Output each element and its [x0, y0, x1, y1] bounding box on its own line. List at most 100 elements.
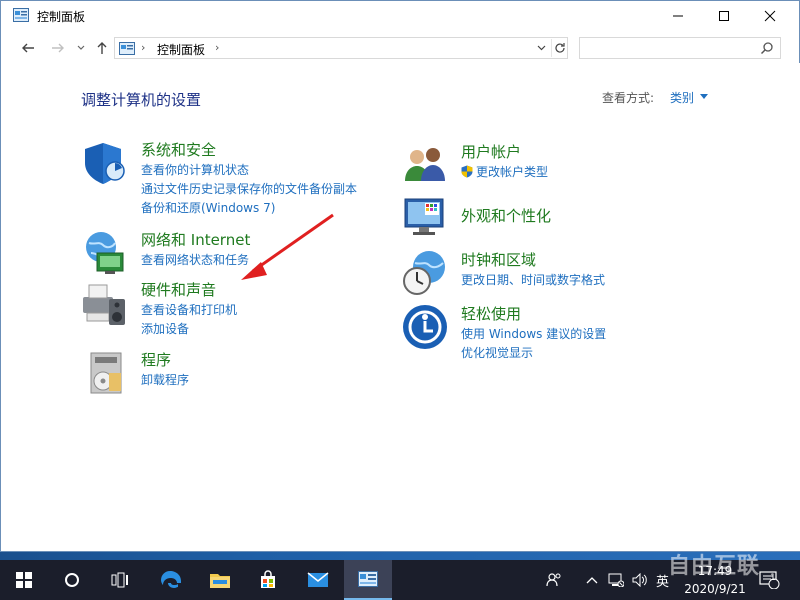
clock-globe-icon[interactable] — [401, 249, 449, 297]
task-view-button[interactable] — [96, 560, 144, 600]
category-link[interactable]: 添加设备 — [141, 320, 189, 337]
forward-button[interactable] — [49, 39, 67, 57]
category-link[interactable]: 卸载程序 — [141, 371, 189, 388]
address-dropdown-button[interactable] — [533, 39, 549, 57]
breadcrumb-control-panel[interactable]: 控制面板 — [157, 41, 205, 58]
notification-icon — [759, 571, 780, 589]
category-title[interactable]: 轻松使用 — [461, 303, 521, 324]
window-title: 控制面板 — [37, 10, 86, 24]
network-tray-button[interactable] — [608, 560, 624, 600]
title-bar[interactable]: 控制面板 — [1, 1, 799, 31]
control-panel-icon — [119, 42, 135, 55]
close-button[interactable] — [747, 1, 793, 31]
refresh-button[interactable] — [551, 39, 567, 57]
category-title[interactable]: 系统和安全 — [141, 139, 216, 160]
control-panel-icon — [358, 571, 378, 587]
category-title[interactable]: 外观和个性化 — [461, 205, 551, 226]
category-title[interactable]: 程序 — [141, 349, 171, 370]
control-panel-window: 控制面板 › 控制面板 › 调整计算机的设置 查看方式: 类别 系统和安全 查看… — [0, 0, 800, 552]
category-link[interactable]: 更改日期、时间或数字格式 — [461, 271, 605, 288]
category-network-internet: 网络和 Internet 查看网络状态和任务 — [81, 229, 381, 274]
action-center-button[interactable]: 1 — [758, 560, 780, 600]
control-panel-content: 调整计算机的设置 查看方式: 类别 系统和安全 查看你的计算机状态 通过文件历史… — [1, 63, 799, 551]
scrollbar-track[interactable] — [784, 63, 800, 551]
category-appearance: 外观和个性化 — [401, 193, 721, 243]
network-globe-icon[interactable] — [81, 229, 129, 277]
minimize-icon — [673, 15, 683, 17]
clock-date: 2020/9/21 — [684, 582, 746, 596]
category-link[interactable]: 更改帐户类型 — [461, 163, 548, 180]
view-by-dropdown[interactable]: 类别 — [670, 89, 694, 106]
up-button[interactable] — [93, 39, 111, 57]
close-icon — [764, 10, 776, 22]
breadcrumb-separator[interactable]: › — [141, 41, 145, 54]
category-link-text[interactable]: 更改帐户类型 — [476, 165, 548, 179]
maximize-button[interactable] — [701, 1, 747, 31]
control-panel-icon — [13, 8, 29, 22]
programs-icon[interactable] — [81, 349, 129, 397]
people-button[interactable] — [546, 560, 562, 600]
taskbar-store[interactable] — [244, 560, 292, 600]
chevron-down-icon — [537, 45, 545, 51]
folder-icon — [210, 574, 230, 588]
uac-shield-icon — [461, 165, 473, 178]
category-ease-of-access: 轻松使用 使用 Windows 建议的设置 优化视觉显示 — [401, 303, 721, 363]
search-button[interactable] — [48, 560, 96, 600]
category-system-security: 系统和安全 查看你的计算机状态 通过文件历史记录保存你的文件备份副本 备份和还原… — [81, 139, 381, 219]
search-icon — [760, 42, 773, 55]
category-clock-region: 时钟和区域 更改日期、时间或数字格式 — [401, 249, 721, 295]
category-link[interactable]: 查看网络状态和任务 — [141, 251, 249, 268]
arrow-left-icon — [22, 43, 34, 53]
view-by-label: 查看方式: — [602, 91, 655, 105]
minimize-button[interactable] — [655, 1, 701, 31]
cortana-circle-icon — [65, 573, 79, 587]
navigation-bar: › 控制面板 › — [1, 35, 799, 61]
windows-logo-icon — [16, 572, 32, 588]
arrow-right-icon — [52, 43, 64, 53]
people-icon — [546, 573, 561, 587]
chevron-up-icon — [586, 577, 598, 584]
notification-count: 1 — [770, 573, 776, 583]
category-title[interactable]: 网络和 Internet — [141, 229, 250, 250]
taskbar-edge[interactable] — [146, 560, 194, 600]
users-icon[interactable] — [401, 141, 449, 189]
category-user-accounts: 用户帐户 更改帐户类型 — [401, 141, 721, 185]
category-link[interactable]: 查看你的计算机状态 — [141, 161, 249, 178]
category-link[interactable]: 通过文件历史记录保存你的文件备份副本 — [141, 180, 357, 197]
taskbar-control-panel[interactable] — [344, 560, 392, 600]
category-link[interactable]: 查看设备和打印机 — [141, 301, 237, 318]
category-link[interactable]: 使用 Windows 建议的设置 — [461, 325, 606, 342]
back-button[interactable] — [19, 39, 37, 57]
show-hidden-icons-button[interactable] — [586, 560, 598, 600]
category-title[interactable]: 硬件和声音 — [141, 279, 216, 300]
category-title[interactable]: 时钟和区域 — [461, 249, 536, 270]
search-box[interactable] — [579, 37, 781, 59]
task-view-icon — [111, 572, 128, 588]
edge-browser-icon — [161, 571, 181, 588]
monitor-palette-icon[interactable] — [401, 193, 449, 241]
category-title[interactable]: 用户帐户 — [461, 141, 521, 162]
ease-of-access-icon[interactable] — [401, 303, 449, 351]
shield-icon[interactable] — [81, 139, 129, 187]
volume-tray-button[interactable] — [632, 560, 648, 600]
printer-speaker-icon[interactable] — [81, 279, 129, 327]
breadcrumb-separator[interactable]: › — [215, 41, 219, 54]
category-link[interactable]: 优化视觉显示 — [461, 344, 533, 361]
page-heading: 调整计算机的设置 — [81, 91, 202, 109]
taskbar-mail[interactable] — [294, 560, 342, 600]
taskbar-file-explorer[interactable] — [196, 560, 244, 600]
category-programs: 程序 卸载程序 — [81, 349, 381, 399]
category-hardware-sound: 硬件和声音 查看设备和打印机 添加设备 — [81, 279, 381, 339]
store-bag-icon — [261, 570, 275, 588]
chevron-down-icon — [77, 45, 85, 50]
recent-locations-button[interactable] — [75, 39, 87, 57]
network-disconnected-icon — [608, 573, 624, 587]
refresh-icon — [554, 43, 565, 53]
speaker-icon — [632, 573, 647, 587]
address-box[interactable]: › 控制面板 › — [114, 37, 568, 59]
chevron-down-icon[interactable] — [700, 94, 708, 99]
arrow-up-icon — [97, 42, 107, 54]
category-link[interactable]: 备份和还原(Windows 7) — [141, 199, 275, 216]
mail-icon — [307, 572, 329, 587]
start-button[interactable] — [0, 560, 48, 600]
